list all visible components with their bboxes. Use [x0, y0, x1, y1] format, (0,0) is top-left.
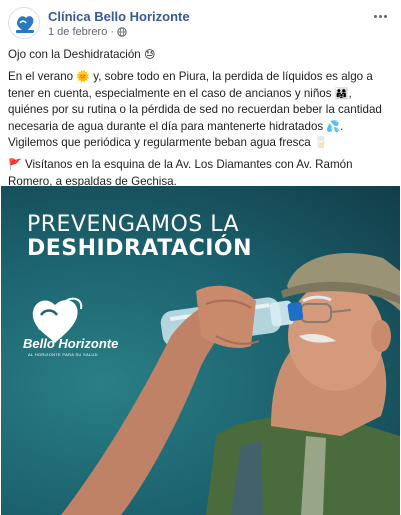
post-paragraph-1: En el verano 🌞 y, sobre todo en Piura, l…	[8, 70, 382, 150]
page-avatar[interactable]	[8, 7, 40, 39]
sun-emoji-icon: 🌞	[76, 70, 91, 84]
post-title-line: Ojo con la Deshidratación 😓	[8, 48, 156, 61]
clinic-logo-icon	[10, 9, 39, 38]
post-meta: 1 de febrero ·	[48, 26, 127, 38]
droplets-emoji-icon: 💦	[326, 119, 341, 133]
image-logo-tagline: AL HORIZONTE PARA SU SALUD	[28, 352, 98, 357]
facebook-post: Clínica Bello Horizonte 1 de febrero · O…	[0, 0, 401, 515]
meta-separator: ·	[110, 26, 114, 38]
globe-icon	[117, 27, 127, 37]
post-image[interactable]: PREVENGAMOS LA DESHIDRATACIÓN CLÍNICA Be…	[1, 186, 400, 515]
more-options-icon[interactable]	[367, 7, 393, 25]
image-logo-small-text: CLÍNICA	[38, 326, 54, 331]
red-flag-emoji-icon: 🚩	[8, 158, 22, 172]
image-logo-text: Bello Horizonte	[23, 336, 119, 351]
sweat-emoji-icon: 😓	[144, 48, 156, 61]
post-header: Clínica Bello Horizonte 1 de febrero ·	[8, 7, 393, 41]
image-headline-1: PREVENGAMOS LA	[27, 212, 240, 237]
page-name-link[interactable]: Clínica Bello Horizonte	[48, 9, 190, 24]
post-text: Ojo con la Deshidratación 😓 En el verano…	[8, 47, 394, 196]
image-headline-2: DESHIDRATACIÓN	[27, 236, 253, 261]
post-date[interactable]: 1 de febrero	[48, 26, 107, 38]
glass-emoji-icon: 🥛	[313, 136, 328, 150]
family-emoji-icon: 👨‍👩‍👧	[334, 86, 349, 100]
